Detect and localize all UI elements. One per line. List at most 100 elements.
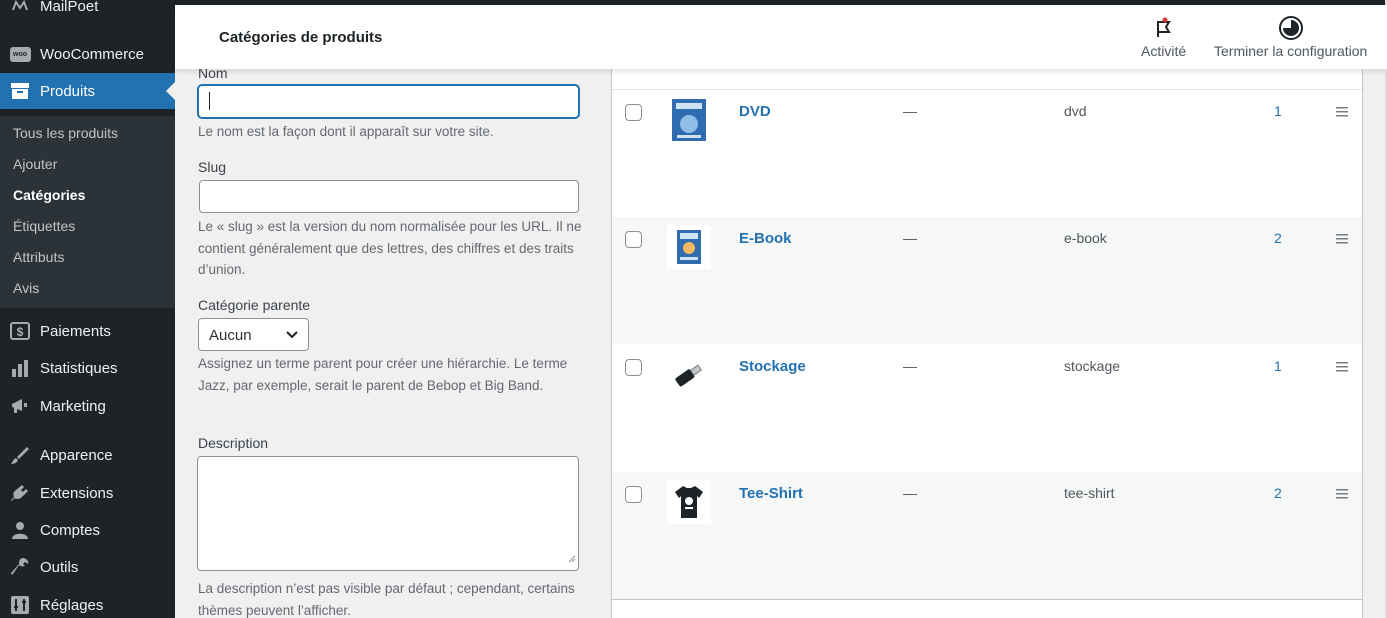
- drag-handle-icon[interactable]: [1336, 231, 1348, 249]
- category-name-link[interactable]: E-Book: [739, 230, 792, 247]
- submenu-all-products[interactable]: Tous les produits: [13, 125, 118, 141]
- woocommerce-icon: woo: [9, 43, 31, 65]
- tshirt-thumbnail: [667, 480, 711, 524]
- row-checkbox[interactable]: [625, 359, 642, 376]
- dvd-thumbnail: [667, 98, 711, 142]
- chart-bar-icon: [9, 357, 31, 379]
- sidebar-item-label: Comptes: [40, 521, 101, 539]
- users-icon: [9, 519, 31, 541]
- sidebar-item-label: Marketing: [40, 397, 106, 415]
- sidebar-item-label: Réglages: [40, 596, 104, 614]
- drag-handle-icon[interactable]: [1336, 359, 1348, 377]
- activity-button[interactable]: Activité: [1141, 13, 1186, 59]
- sidebar-item-woocommerce[interactable]: woo WooCommerce: [0, 36, 175, 72]
- sidebar-item-label: Outils: [40, 558, 79, 576]
- sidebar-item-produits[interactable]: Produits: [0, 73, 175, 109]
- sidebar-item-label: WooCommerce: [40, 45, 144, 63]
- category-description: —: [903, 103, 917, 119]
- row-checkbox[interactable]: [625, 231, 642, 248]
- category-slug: tee-shirt: [1064, 485, 1115, 501]
- current-menu-arrow: [166, 82, 175, 100]
- category-name-link[interactable]: Stockage: [739, 358, 806, 375]
- svg-text:$: $: [17, 325, 24, 339]
- parent-select[interactable]: Aucun: [198, 318, 309, 351]
- table-row: DVD — dvd 1: [612, 90, 1362, 217]
- categories-table: DVD — dvd 1 E-Book — e-book 2 Stockage —…: [611, 69, 1363, 618]
- slug-help: Le « slug » est la version du nom normal…: [198, 219, 582, 277]
- admin-sidebar: MailPoet woo WooCommerce Produits Tous l…: [0, 0, 175, 618]
- row-checkbox[interactable]: [625, 486, 642, 503]
- chevron-down-icon: [285, 328, 299, 346]
- category-count-link[interactable]: 1: [1274, 358, 1282, 374]
- drag-handle-icon[interactable]: [1336, 486, 1348, 504]
- sidebar-item-apparence[interactable]: Apparence: [0, 437, 175, 473]
- sidebar-item-statistiques[interactable]: Statistiques: [0, 350, 175, 386]
- text-caret: [209, 92, 210, 110]
- usb-drive-thumbnail: [667, 353, 711, 397]
- submenu-attributes[interactable]: Attributs: [13, 249, 64, 265]
- sidebar-item-label: Statistiques: [40, 359, 118, 377]
- sidebar-item-extensions[interactable]: Extensions: [0, 475, 175, 511]
- description-textarea[interactable]: [197, 456, 579, 571]
- flag-icon: [1154, 13, 1174, 43]
- category-count-link[interactable]: 1: [1274, 103, 1282, 119]
- category-slug: dvd: [1064, 103, 1087, 119]
- category-name-link[interactable]: Tee-Shirt: [739, 485, 803, 502]
- table-row: Tee-Shirt — tee-shirt 2: [612, 472, 1362, 599]
- parent-select-value: Aucun: [209, 327, 252, 344]
- description-help: La description n’est pas visible par déf…: [198, 581, 575, 618]
- sidebar-item-label: Paiements: [40, 322, 111, 340]
- row-checkbox[interactable]: [625, 104, 642, 121]
- progress-pie-icon: [1278, 13, 1304, 43]
- finish-setup-button[interactable]: Terminer la configuration: [1214, 13, 1367, 59]
- category-description: —: [903, 358, 917, 374]
- category-name-link[interactable]: DVD: [739, 103, 771, 120]
- plugins-icon: [9, 482, 31, 504]
- sidebar-item-reglages[interactable]: Réglages: [0, 587, 175, 618]
- category-count-link[interactable]: 2: [1274, 485, 1282, 501]
- slug-input[interactable]: [199, 180, 579, 213]
- activity-label: Activité: [1141, 43, 1187, 59]
- submenu-reviews[interactable]: Avis: [13, 280, 39, 296]
- name-input[interactable]: [198, 85, 579, 118]
- submenu-add[interactable]: Ajouter: [13, 156, 57, 172]
- sidebar-item-label: Apparence: [40, 446, 113, 464]
- table-footer-divider: [612, 599, 1362, 600]
- mailpoet-icon: [9, 0, 31, 17]
- category-slug: e-book: [1064, 230, 1107, 246]
- drag-handle-icon[interactable]: [1336, 104, 1348, 122]
- ebook-thumbnail: [667, 225, 711, 269]
- page-title: Catégories de produits: [219, 29, 383, 46]
- name-help: Le nom est la façon dont il apparaît sur…: [198, 124, 494, 139]
- category-count-link[interactable]: 2: [1274, 230, 1282, 246]
- archive-icon: [9, 80, 31, 102]
- submenu-tags[interactable]: Étiquettes: [13, 218, 75, 234]
- sidebar-item-mailpoet[interactable]: MailPoet: [0, 0, 175, 24]
- table-row: E-Book — e-book 2: [612, 217, 1362, 344]
- settings-icon: [9, 594, 31, 616]
- sidebar-item-paiements[interactable]: $ Paiements: [0, 313, 175, 349]
- table-row: Stockage — stockage 1: [612, 345, 1362, 472]
- woocommerce-header: Catégories de produits Activité Terminer…: [175, 5, 1387, 69]
- parent-label: Catégorie parente: [198, 297, 311, 313]
- sidebar-item-comptes[interactable]: Comptes: [0, 512, 175, 548]
- slug-label: Slug: [198, 159, 227, 175]
- dollar-icon: $: [9, 320, 31, 342]
- sidebar-item-label: Extensions: [40, 484, 114, 502]
- description-label: Description: [198, 435, 269, 451]
- products-submenu: Tous les produits Ajouter Catégories Éti…: [0, 116, 175, 308]
- category-description: —: [903, 485, 917, 501]
- submenu-categories[interactable]: Catégories: [13, 187, 85, 203]
- sidebar-item-marketing[interactable]: Marketing: [0, 388, 175, 424]
- wrench-icon: [9, 556, 31, 578]
- finish-setup-label: Terminer la configuration: [1214, 43, 1368, 59]
- parent-help: Assignez un terme parent pour créer une …: [198, 356, 568, 393]
- sidebar-item-label: MailPoet: [40, 0, 99, 15]
- table-header-strip: [612, 69, 1362, 90]
- sidebar-item-label: Produits: [40, 82, 96, 100]
- resize-handle-icon[interactable]: [566, 550, 576, 568]
- category-description: —: [903, 230, 917, 246]
- megaphone-icon: [9, 395, 31, 417]
- sidebar-item-outils[interactable]: Outils: [0, 549, 175, 585]
- category-slug: stockage: [1064, 358, 1121, 374]
